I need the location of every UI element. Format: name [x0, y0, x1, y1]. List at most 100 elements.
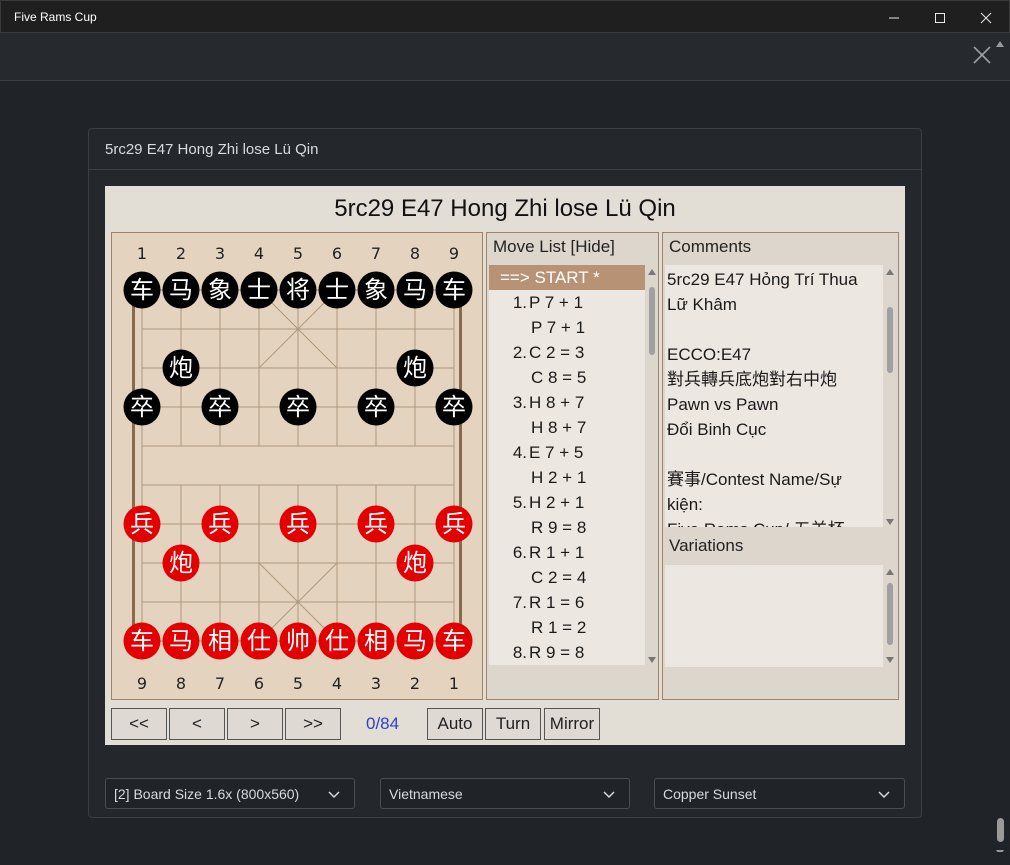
- red-piece[interactable]: 相: [201, 622, 239, 660]
- black-piece[interactable]: 将: [279, 271, 317, 309]
- move-row-red[interactable]: 3. H 8 + 7: [489, 390, 645, 415]
- comments-text[interactable]: 5rc29 E47 Hỏng Trí Thua Lữ Khâm ECCO:E47 對兵…: [665, 265, 883, 527]
- move-row-red[interactable]: 8. R 9 = 8: [489, 640, 645, 665]
- red-piece[interactable]: 炮: [162, 544, 200, 582]
- variations-scrollbar[interactable]: [883, 567, 897, 665]
- move-row-black[interactable]: C 2 = 4: [489, 565, 645, 590]
- prev-move-button[interactable]: <: [169, 708, 225, 740]
- move-list[interactable]: ==> START * 1. P 7 + 1P 7 + 1 2. C 2 = 3C 8…: [489, 265, 645, 665]
- piece-label: 马: [169, 627, 193, 655]
- red-piece[interactable]: 仕: [240, 622, 278, 660]
- move-list-scrollbar[interactable]: [645, 267, 659, 665]
- black-piece[interactable]: 卒: [201, 388, 239, 426]
- red-piece[interactable]: 仕: [318, 622, 356, 660]
- piece-label: 相: [208, 627, 232, 655]
- auto-play-button[interactable]: Auto: [427, 708, 483, 740]
- minimize-button[interactable]: [871, 1, 917, 34]
- scroll-up-arrow[interactable]: [648, 269, 656, 275]
- black-piece[interactable]: 象: [357, 271, 395, 309]
- file-number-top: 5: [293, 244, 303, 263]
- page-scroll-up-arrow[interactable]: [995, 36, 1005, 47]
- black-piece[interactable]: 卒: [279, 388, 317, 426]
- red-piece[interactable]: 兵: [123, 505, 161, 543]
- move-row-red[interactable]: 4. E 7 + 5: [489, 440, 645, 465]
- red-piece[interactable]: 相: [357, 622, 395, 660]
- scrollbar-thumb[interactable]: [887, 307, 893, 373]
- red-piece[interactable]: 车: [435, 622, 473, 660]
- black-piece[interactable]: 象: [201, 271, 239, 309]
- move-row-black[interactable]: C 8 = 5: [489, 365, 645, 390]
- red-piece[interactable]: 兵: [357, 505, 395, 543]
- board-canvas[interactable]: 1 2 3 4 5 6 7 8 99 8 7 6 5 4 3 2 1车马象士将士象马车炮 炮卒卒卒卒卒兵兵兵兵兵炮…: [112, 233, 482, 699]
- file-number-bottom: 3: [371, 674, 381, 693]
- piece-label: 车: [442, 276, 466, 304]
- black-piece[interactable]: 马: [162, 271, 200, 309]
- move-row-red[interactable]: 2. C 2 = 3: [489, 340, 645, 365]
- red-piece[interactable]: 马: [162, 622, 200, 660]
- black-piece[interactable]: 炮: [396, 349, 434, 387]
- dialog-close-button[interactable]: [971, 44, 993, 66]
- red-piece[interactable]: 车: [123, 622, 161, 660]
- black-piece[interactable]: 马: [396, 271, 434, 309]
- black-piece[interactable]: 车: [123, 271, 161, 309]
- scroll-up-arrow[interactable]: [886, 569, 894, 575]
- scrollbar-thumb[interactable]: [649, 287, 655, 355]
- move-row-black[interactable]: H 2 + 1: [489, 465, 645, 490]
- black-piece[interactable]: 炮: [162, 349, 200, 387]
- file-number-top: 9: [449, 244, 459, 263]
- black-piece[interactable]: 士: [318, 271, 356, 309]
- turn-board-button[interactable]: Turn: [485, 708, 541, 740]
- move-row-red[interactable]: 5. H 2 + 1: [489, 490, 645, 515]
- file-number-bottom: 9: [137, 674, 147, 693]
- move-row-red[interactable]: 6. R 1 + 1: [489, 540, 645, 565]
- scroll-down-arrow[interactable]: [886, 657, 894, 663]
- move-row-black[interactable]: R 9 = 8: [489, 515, 645, 540]
- red-piece[interactable]: 兵: [279, 505, 317, 543]
- move-row-black[interactable]: R 1 = 2: [489, 615, 645, 640]
- piece-label: 车: [130, 276, 154, 304]
- maximize-button[interactable]: [917, 1, 963, 34]
- last-move-button[interactable]: >>: [285, 708, 341, 740]
- chevron-down-icon: [603, 788, 615, 806]
- move-row-red[interactable]: 1. P 7 + 1: [489, 290, 645, 315]
- comment-line: [667, 442, 883, 467]
- xiangqi-board[interactable]: 123456789987654321车马象士将士象马车炮炮卒卒卒卒卒兵兵兵兵兵炮…: [111, 232, 483, 700]
- scroll-up-arrow[interactable]: [886, 269, 894, 275]
- first-move-button[interactable]: <<: [111, 708, 167, 740]
- comment-line: kiện:: [667, 495, 703, 514]
- move-row-black[interactable]: H 8 + 7: [489, 415, 645, 440]
- move-list-start[interactable]: ==> START *: [489, 265, 645, 290]
- window-close-button[interactable]: [963, 1, 1009, 34]
- file-number-top: 4: [254, 244, 264, 263]
- comment-line: ECCO:E47: [667, 345, 752, 364]
- black-piece[interactable]: 车: [435, 271, 473, 309]
- page-scrollbar-thumb[interactable]: [997, 818, 1004, 842]
- close-icon: [980, 12, 992, 23]
- move-black: H 8 + 7: [531, 418, 587, 437]
- black-piece[interactable]: 士: [240, 271, 278, 309]
- black-piece[interactable]: 卒: [435, 388, 473, 426]
- file-number-bottom: 4: [332, 674, 342, 693]
- variations-list[interactable]: [665, 565, 883, 667]
- scroll-down-arrow[interactable]: [886, 519, 894, 525]
- scrollbar-thumb[interactable]: [887, 583, 893, 645]
- move-row-red[interactable]: 7. R 1 = 6: [489, 590, 645, 615]
- red-piece[interactable]: 兵: [435, 505, 473, 543]
- comment-line: Five Rams Cup/ 五羊杯: [667, 517, 883, 527]
- move-list-header[interactable]: Move List [Hide]: [493, 237, 615, 257]
- red-piece[interactable]: 帅: [279, 622, 317, 660]
- theme-select[interactable]: Copper Sunset: [654, 778, 905, 809]
- next-move-button[interactable]: >: [227, 708, 283, 740]
- scroll-down-arrow[interactable]: [648, 657, 656, 663]
- comments-scrollbar[interactable]: [883, 267, 897, 527]
- move-row-black[interactable]: P 7 + 1: [489, 315, 645, 340]
- red-piece[interactable]: 炮: [396, 544, 434, 582]
- piece-label: 士: [325, 276, 349, 304]
- red-piece[interactable]: 马: [396, 622, 434, 660]
- board-size-select[interactable]: [2] Board Size 1.6x (800x560): [105, 778, 355, 809]
- red-piece[interactable]: 兵: [201, 505, 239, 543]
- mirror-board-button[interactable]: Mirror: [544, 708, 600, 740]
- language-select[interactable]: Vietnamese: [380, 778, 630, 809]
- black-piece[interactable]: 卒: [357, 388, 395, 426]
- black-piece[interactable]: 卒: [123, 388, 161, 426]
